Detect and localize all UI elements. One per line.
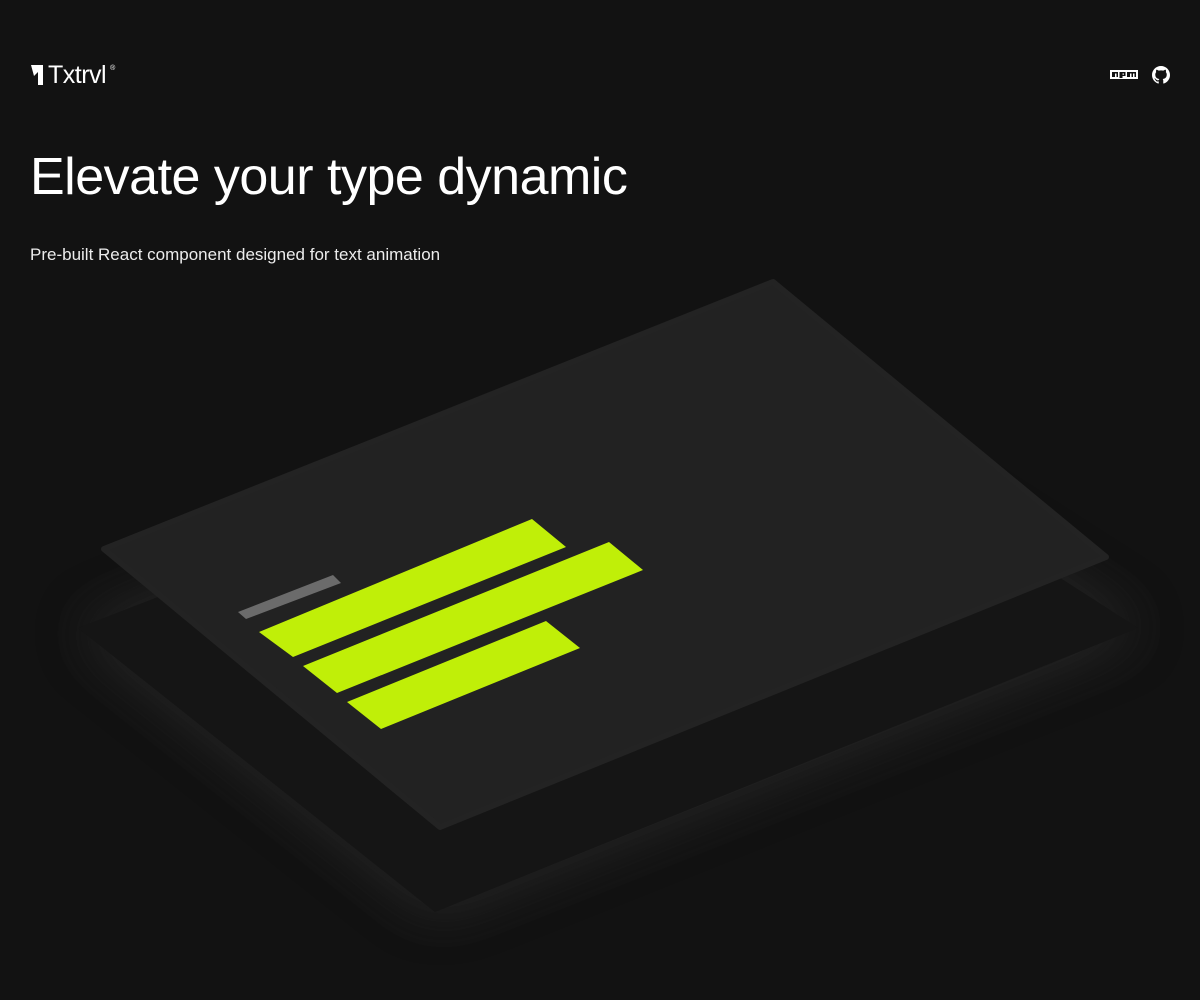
brand-registered-mark: ® <box>110 64 116 72</box>
brand-name: Txtrvl <box>48 60 107 89</box>
landing-page: Txtrvl ® Elevate your type dynamic Pre-b… <box>0 0 1200 1000</box>
site-header: Txtrvl ® <box>30 58 1170 92</box>
header-links <box>1110 66 1170 84</box>
hero-title: Elevate your type dynamic <box>30 148 628 206</box>
github-icon[interactable] <box>1152 66 1170 84</box>
brand-logo[interactable]: Txtrvl ® <box>30 60 116 89</box>
brand-mark-icon <box>31 65 43 85</box>
npm-icon[interactable] <box>1110 69 1138 81</box>
hero-subtitle: Pre-built React component designed for t… <box>30 245 441 264</box>
